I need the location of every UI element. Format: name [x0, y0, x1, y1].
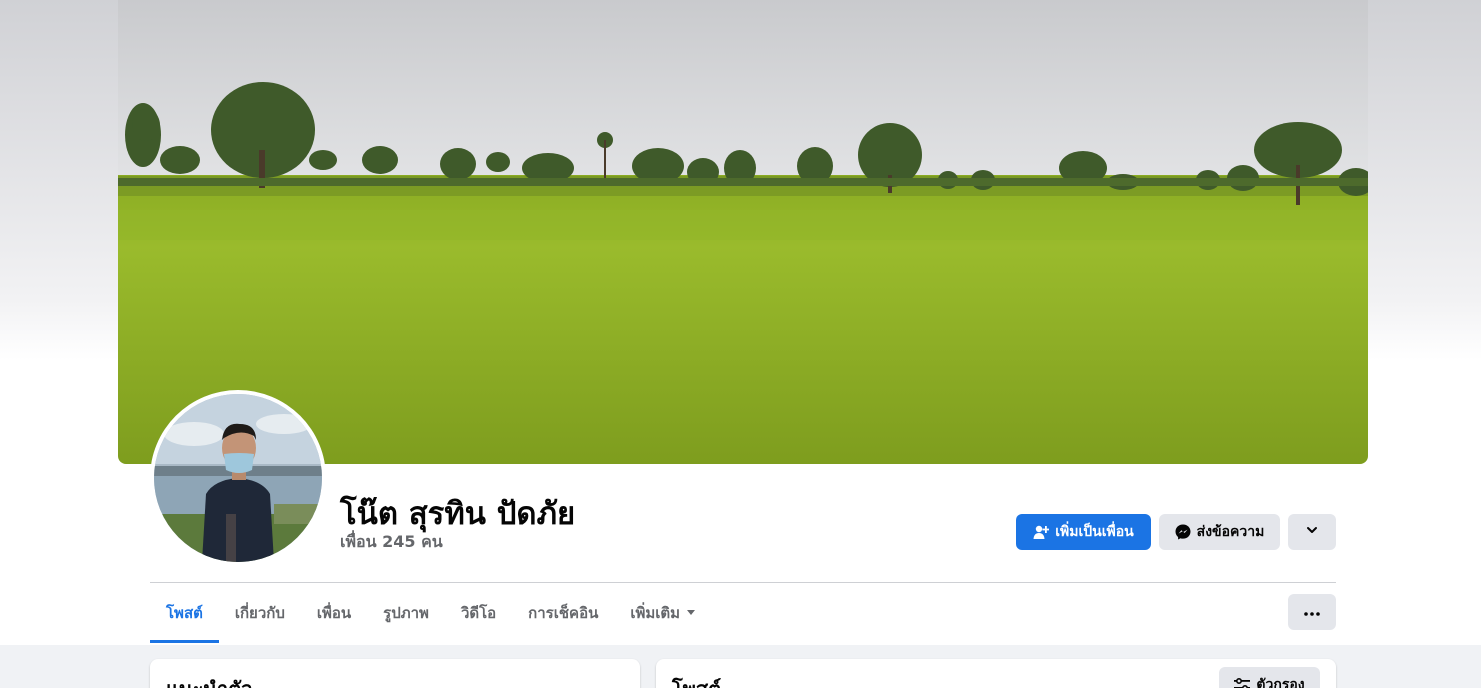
profile-tabs: โพสต์ เกี่ยวกับ เพื่อน รูปภาพ วิดีโอ การ… [150, 583, 712, 643]
caret-down-icon [686, 607, 696, 620]
tabs-more-options-button[interactable] [1288, 594, 1336, 630]
tab-videos[interactable]: วิดีโอ [445, 583, 512, 643]
filter-icon [1234, 678, 1251, 688]
tab-posts[interactable]: โพสต์ [150, 583, 219, 643]
add-friend-button[interactable]: เพิ่มเป็นเพื่อน [1016, 514, 1151, 550]
add-friend-label: เพิ่มเป็นเพื่อน [1055, 524, 1134, 540]
cover-photo[interactable] [118, 0, 1368, 464]
tab-check-ins[interactable]: การเช็คอิน [512, 583, 614, 643]
tab-friends[interactable]: เพื่อน [301, 583, 367, 643]
filter-button[interactable]: ตัวกรอง [1219, 667, 1320, 688]
tab-about[interactable]: เกี่ยวกับ [219, 583, 301, 643]
tab-more[interactable]: เพิ่มเติม [614, 583, 712, 643]
chevron-down-icon [1305, 523, 1319, 541]
intro-card: แนะนำตัว [150, 659, 640, 688]
tab-label: เพิ่มเติม [630, 604, 681, 622]
profile-options-button[interactable] [1288, 514, 1336, 550]
intro-title: แนะนำตัว [166, 673, 252, 688]
tab-label: การเช็คอิน [528, 604, 599, 622]
posts-title: โพสต์ [672, 673, 721, 688]
add-friend-icon [1033, 524, 1050, 540]
profile-photo [154, 394, 322, 562]
tab-label: วิดีโอ [460, 604, 497, 622]
filter-label: ตัวกรอง [1256, 677, 1305, 688]
tab-label: เกี่ยวกับ [234, 604, 285, 622]
tab-label: เพื่อน [316, 604, 352, 622]
profile-avatar[interactable] [150, 390, 326, 566]
tab-photos[interactable]: รูปภาพ [367, 583, 445, 643]
tab-label: รูปภาพ [383, 604, 429, 622]
message-button[interactable]: ส่งข้อความ [1159, 514, 1280, 550]
ellipsis-icon [1304, 604, 1320, 620]
message-label: ส่งข้อความ [1196, 524, 1265, 540]
tab-label: โพสต์ [166, 604, 203, 622]
messenger-icon [1175, 524, 1191, 540]
friend-count[interactable]: เพื่อน 245 คน [340, 530, 443, 555]
posts-card: โพสต์ ตัวกรอง [656, 659, 1336, 688]
